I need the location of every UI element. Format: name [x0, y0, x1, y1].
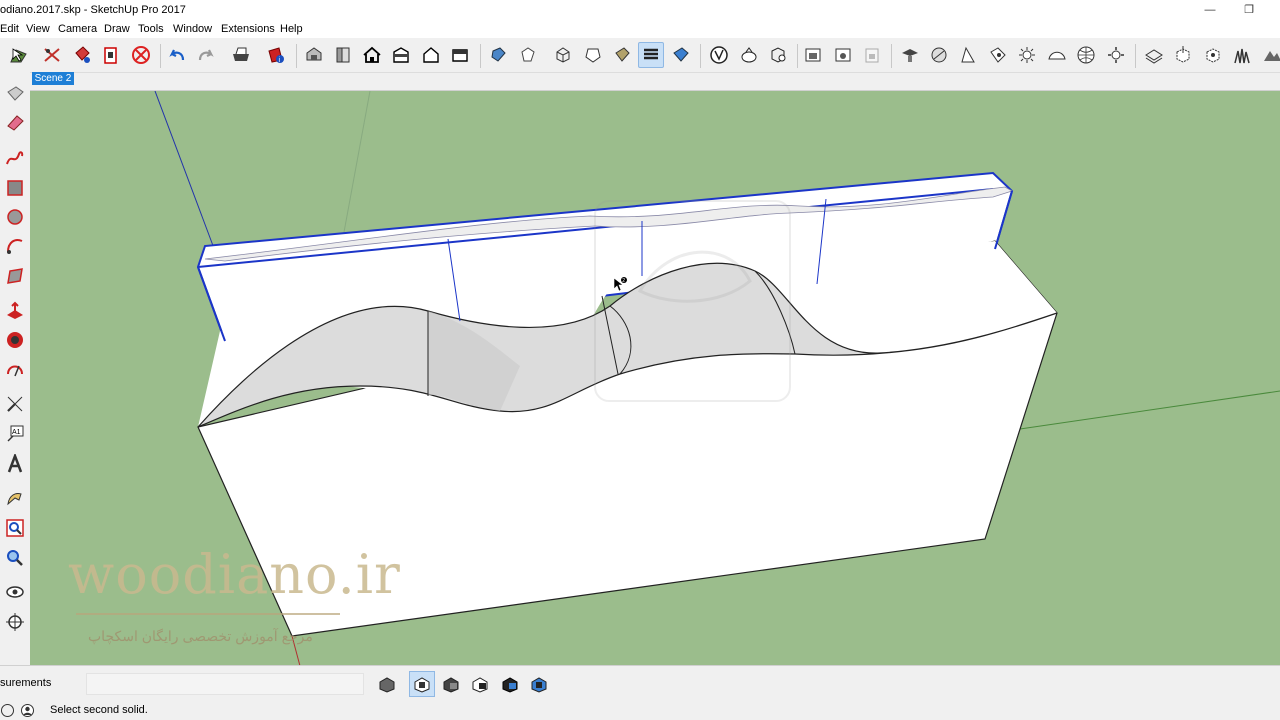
menu-camera[interactable]: Camera: [58, 23, 97, 35]
eraser-icon[interactable]: [39, 42, 65, 68]
section-plane-icon[interactable]: [897, 42, 923, 68]
no-entry-icon[interactable]: [128, 42, 154, 68]
push-pull-tool-icon[interactable]: [3, 299, 27, 323]
3d-viewport[interactable]: 2 woodiano.ir مرجع آموزش تخصصی رایگان اس…: [30, 90, 1280, 666]
camera-icon[interactable]: [800, 42, 826, 68]
menu-view[interactable]: View: [26, 23, 50, 35]
shaded-textures-icon[interactable]: [638, 42, 664, 68]
right-view-icon[interactable]: [388, 42, 414, 68]
orbit-tool-icon[interactable]: [3, 486, 27, 510]
display-section-icon[interactable]: [926, 42, 952, 68]
main-toolbar: i: [0, 38, 1280, 73]
zoom-window-tool-icon[interactable]: [3, 546, 27, 570]
left-view-icon[interactable]: [447, 42, 473, 68]
sandbox-icon[interactable]: [1103, 42, 1129, 68]
position-camera-tool-icon[interactable]: [3, 610, 27, 634]
menu-edit[interactable]: Edit: [0, 23, 19, 35]
title-bar: odiano.2017.skp - SketchUp Pro 2017 — ❐: [0, 0, 1280, 20]
scene-tab[interactable]: Scene 2: [32, 72, 74, 85]
paint-bucket-icon[interactable]: [69, 42, 95, 68]
solid-subtract-icon[interactable]: [467, 671, 493, 697]
3d-text-tool-icon[interactable]: [3, 452, 27, 476]
solid-outer-shell-icon[interactable]: [374, 671, 400, 697]
hidden-line-icon[interactable]: [580, 42, 606, 68]
solid-trim-icon[interactable]: [497, 671, 523, 697]
union-icon[interactable]: [765, 42, 791, 68]
select-icon[interactable]: [5, 42, 31, 68]
menu-help[interactable]: Help: [280, 23, 303, 35]
walk-icon[interactable]: [830, 42, 856, 68]
styles-icon[interactable]: [1044, 42, 1070, 68]
menu-tools[interactable]: Tools: [138, 23, 164, 35]
front-view-icon[interactable]: [359, 42, 385, 68]
terrain-icon[interactable]: [1259, 42, 1280, 68]
left-toolbar: A1: [0, 72, 30, 665]
rotate-tool-icon[interactable]: [3, 358, 27, 382]
arc-tool-icon[interactable]: [3, 234, 27, 258]
watermark-site: woodiano.ir: [68, 543, 401, 606]
watermark-tagline: مرجع آموزش تخصصی رایگان اسکچاپ: [88, 628, 313, 644]
model-info-icon[interactable]: i: [263, 42, 289, 68]
measurements-bar: surements: [0, 665, 1280, 702]
outer-shell-icon[interactable]: [706, 42, 732, 68]
rectangle-tool-icon[interactable]: [3, 176, 27, 200]
back-view-icon[interactable]: [418, 42, 444, 68]
display-cuts-icon[interactable]: [955, 42, 981, 68]
menu-extensions[interactable]: Extensions: [221, 23, 275, 35]
print-icon[interactable]: [228, 42, 254, 68]
watermark-divider: [76, 613, 340, 615]
shaded-icon[interactable]: [609, 42, 635, 68]
freehand-tool-icon[interactable]: [3, 146, 27, 170]
geo-location-icon[interactable]: [1073, 42, 1099, 68]
user-icon[interactable]: [20, 703, 35, 718]
svg-text:2: 2: [622, 278, 625, 284]
look-around-tool-icon[interactable]: [3, 580, 27, 604]
wireframe-icon[interactable]: [550, 42, 576, 68]
stamp-icon[interactable]: [1141, 42, 1167, 68]
top-view-icon[interactable]: [330, 42, 356, 68]
green-axis: [1019, 390, 1280, 430]
help-circle-icon[interactable]: [0, 703, 15, 718]
menu-draw[interactable]: Draw: [104, 23, 130, 35]
status-text: Select second solid.: [50, 704, 148, 716]
zoom-tool-icon[interactable]: [3, 516, 27, 540]
restore-button[interactable]: ❐: [1229, 0, 1269, 20]
redo-icon[interactable]: [193, 42, 219, 68]
undo-icon[interactable]: [164, 42, 190, 68]
tape-tool-icon[interactable]: [3, 392, 27, 416]
fog-icon[interactable]: [1014, 42, 1040, 68]
lock-icon[interactable]: [859, 42, 885, 68]
measurements-input[interactable]: [86, 673, 364, 695]
text-tool-icon[interactable]: A1: [3, 422, 27, 446]
solid-split-icon[interactable]: [526, 671, 552, 697]
minimize-button[interactable]: —: [1190, 0, 1230, 20]
polygon-tool-icon[interactable]: [3, 264, 27, 288]
blue-axis: [154, 91, 216, 252]
eraser-tool-icon[interactable]: [3, 111, 27, 135]
select-tool-icon[interactable]: [3, 82, 27, 106]
drape-icon[interactable]: [1170, 42, 1196, 68]
svg-text:A1: A1: [12, 429, 21, 436]
follow-me-tool-icon[interactable]: [3, 328, 27, 352]
menu-bar: Edit View Camera Draw Tools Window Exten…: [0, 20, 1280, 38]
components-icon[interactable]: [98, 42, 124, 68]
grass-icon[interactable]: [1200, 42, 1226, 68]
extensions-icon[interactable]: [1229, 42, 1255, 68]
shadows-icon[interactable]: [985, 42, 1011, 68]
status-bar: Select second solid.: [0, 701, 1280, 720]
circle-tool-icon[interactable]: [3, 205, 27, 229]
back-edges-icon[interactable]: [515, 42, 541, 68]
window-title: odiano.2017.skp - SketchUp Pro 2017: [0, 4, 186, 16]
solid-intersect-icon[interactable]: [409, 671, 435, 697]
measurements-label: surements: [0, 677, 52, 689]
monochrome-icon[interactable]: [668, 42, 694, 68]
menu-window[interactable]: Window: [173, 23, 212, 35]
iso-view-icon[interactable]: [301, 42, 327, 68]
xray-icon[interactable]: [486, 42, 512, 68]
intersect-icon[interactable]: [736, 42, 762, 68]
solid-union-icon[interactable]: [438, 671, 464, 697]
